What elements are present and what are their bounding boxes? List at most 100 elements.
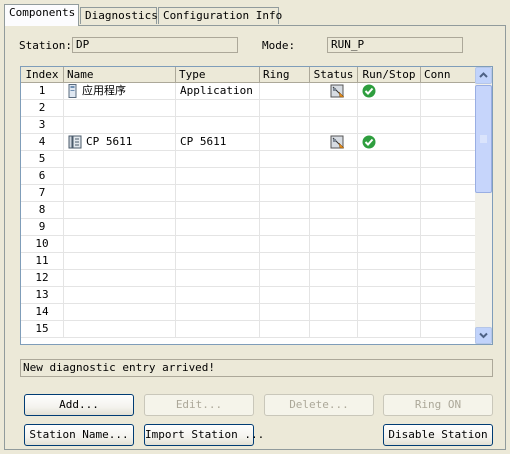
cell-type	[176, 270, 260, 287]
cell-name	[64, 151, 176, 168]
cell-runstop	[358, 321, 421, 338]
run-check-icon[interactable]	[362, 135, 376, 150]
chevron-down-icon	[479, 332, 488, 339]
table-row[interactable]: 4 CP 5611 CP 5611	[21, 134, 476, 151]
components-grid[interactable]: Index Name Type Ring Status Run/Stop Con…	[20, 66, 493, 345]
ring-on-button[interactable]: Ring ON	[383, 394, 493, 416]
table-row[interactable]: 1 应用程序 Application	[21, 83, 476, 100]
table-row[interactable]: 8	[21, 202, 476, 219]
cell-type	[176, 100, 260, 117]
table-row[interactable]: 6	[21, 168, 476, 185]
cell-name	[64, 202, 176, 219]
run-check-icon[interactable]	[362, 84, 376, 99]
cell-conn	[421, 151, 476, 168]
table-row[interactable]: 9	[21, 219, 476, 236]
cell-name	[64, 253, 176, 270]
cell-type	[176, 219, 260, 236]
cell-type: Application	[176, 83, 260, 100]
cell-type	[176, 321, 260, 338]
col-header-run-stop[interactable]: Run/Stop	[358, 67, 421, 83]
cell-runstop	[358, 219, 421, 236]
cell-ring	[260, 253, 310, 270]
cell-index: 9	[21, 219, 64, 236]
cell-type	[176, 151, 260, 168]
col-header-index[interactable]: Index	[21, 67, 64, 83]
cell-runstop	[358, 270, 421, 287]
cell-ring	[260, 83, 310, 100]
cell-name	[64, 185, 176, 202]
table-row[interactable]: 2	[21, 100, 476, 117]
col-header-conn[interactable]: Conn	[421, 67, 476, 83]
cell-runstop	[358, 134, 421, 151]
cell-name	[64, 117, 176, 134]
cell-ring	[260, 168, 310, 185]
table-row[interactable]: 12	[21, 270, 476, 287]
cell-index: 5	[21, 151, 64, 168]
cell-ring	[260, 304, 310, 321]
scroll-up-button[interactable]	[475, 67, 492, 84]
grip-icon	[480, 135, 487, 143]
mode-label: Mode:	[262, 39, 296, 52]
cell-conn	[421, 202, 476, 219]
cell-status	[310, 321, 358, 338]
col-header-ring[interactable]: Ring	[260, 67, 310, 83]
cell-name: 应用程序	[64, 83, 176, 100]
cell-index: 3	[21, 117, 64, 134]
cell-ring	[260, 270, 310, 287]
cell-runstop	[358, 304, 421, 321]
tab-diagnostics[interactable]: Diagnostics	[80, 7, 158, 24]
cell-conn	[421, 185, 476, 202]
cell-runstop	[358, 100, 421, 117]
cell-index: 13	[21, 287, 64, 304]
cell-index: 12	[21, 270, 64, 287]
cell-ring	[260, 185, 310, 202]
add-button[interactable]: Add...	[24, 394, 134, 416]
col-header-status[interactable]: Status	[310, 67, 358, 83]
cell-type	[176, 304, 260, 321]
import-station-button[interactable]: Import Station ...	[144, 424, 264, 446]
cell-status	[310, 100, 358, 117]
cell-type	[176, 168, 260, 185]
cell-conn	[421, 117, 476, 134]
disable-station-button[interactable]: Disable Station	[383, 424, 493, 446]
table-row[interactable]: 11	[21, 253, 476, 270]
cell-index: 10	[21, 236, 64, 253]
table-row[interactable]: 10	[21, 236, 476, 253]
cell-status	[310, 83, 358, 100]
station-field: DP	[72, 37, 238, 53]
table-row[interactable]: 15	[21, 321, 476, 338]
table-row[interactable]: 5	[21, 151, 476, 168]
station-status-icon[interactable]	[330, 84, 346, 99]
cell-name	[64, 287, 176, 304]
network-card-icon	[68, 134, 86, 150]
table-row[interactable]: 14	[21, 304, 476, 321]
tab-configuration-info[interactable]: Configuration Info	[158, 7, 282, 24]
delete-button[interactable]: Delete...	[264, 394, 374, 416]
cell-type	[176, 236, 260, 253]
scroll-down-button[interactable]	[475, 327, 492, 344]
cell-index: 6	[21, 168, 64, 185]
grid-vertical-scrollbar[interactable]	[475, 67, 492, 344]
cell-name	[64, 304, 176, 321]
cell-index: 8	[21, 202, 64, 219]
component-name: 应用程序	[82, 84, 126, 97]
edit-button[interactable]: Edit...	[144, 394, 254, 416]
table-row[interactable]: 7	[21, 185, 476, 202]
cell-status	[310, 219, 358, 236]
cell-index: 4	[21, 134, 64, 151]
cell-name	[64, 219, 176, 236]
scroll-thumb[interactable]	[475, 85, 492, 193]
tab-components[interactable]: Components	[4, 4, 79, 26]
tab-strip: Components Diagnostics Configuration Inf…	[4, 4, 506, 26]
table-row[interactable]: 3	[21, 117, 476, 134]
cell-ring	[260, 134, 310, 151]
cell-type	[176, 202, 260, 219]
cell-status	[310, 168, 358, 185]
table-row[interactable]: 13	[21, 287, 476, 304]
station-status-icon[interactable]	[330, 135, 346, 150]
cell-index: 15	[21, 321, 64, 338]
col-header-type[interactable]: Type	[176, 67, 260, 83]
col-header-name[interactable]: Name	[64, 67, 176, 83]
cell-name	[64, 270, 176, 287]
station-name-button[interactable]: Station Name...	[24, 424, 134, 446]
